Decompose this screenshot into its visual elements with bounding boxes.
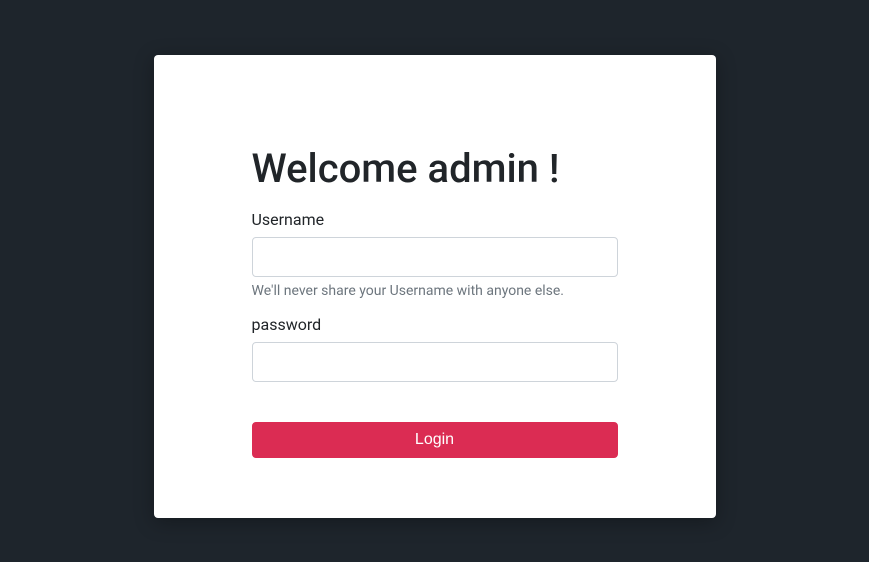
password-group: password	[252, 315, 618, 382]
username-input[interactable]	[252, 237, 618, 277]
username-help-text: We'll never share your Username with any…	[252, 283, 618, 299]
password-label: password	[252, 315, 618, 334]
password-input[interactable]	[252, 342, 618, 382]
username-group: Username We'll never share your Username…	[252, 210, 618, 299]
login-card: Welcome admin ! Username We'll never sha…	[154, 55, 716, 518]
welcome-heading: Welcome admin !	[252, 145, 618, 192]
login-button[interactable]: Login	[252, 422, 618, 458]
username-label: Username	[252, 210, 618, 229]
